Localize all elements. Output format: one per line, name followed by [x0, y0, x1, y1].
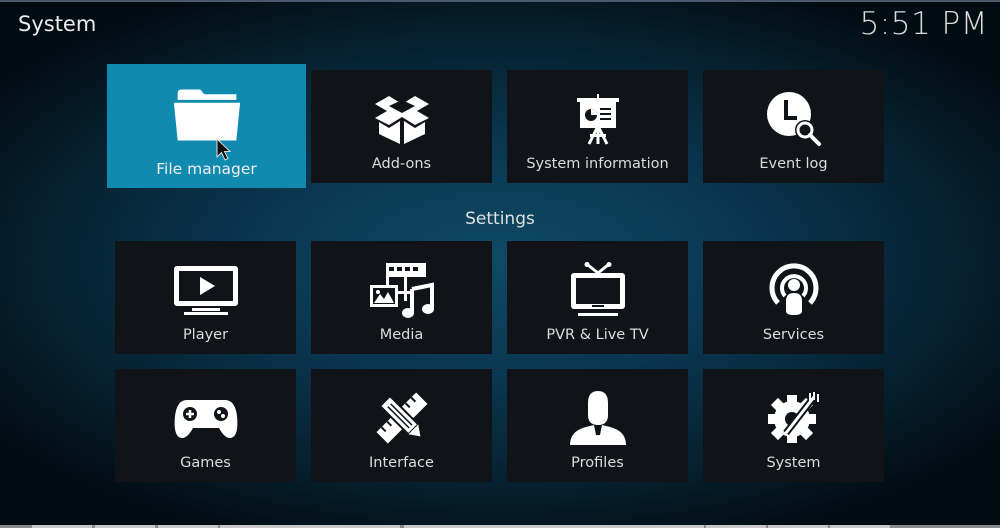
tile-system-information[interactable]: System information	[507, 70, 688, 183]
tile-player[interactable]: Player	[115, 241, 296, 354]
tile-label: Player	[182, 327, 229, 343]
tile-interface[interactable]: Interface	[311, 369, 492, 482]
tile-label: Services	[762, 327, 825, 343]
window-top-border	[0, 0, 1000, 2]
tile-label: System	[766, 455, 821, 471]
user-silhouette-icon	[563, 387, 633, 449]
tile-event-log[interactable]: Event log	[703, 70, 884, 183]
tile-media[interactable]: Media	[311, 241, 492, 354]
clock: 5:51 PM	[859, 6, 988, 42]
tile-label: Add-ons	[371, 156, 432, 172]
tile-games[interactable]: Games	[115, 369, 296, 482]
mouse-cursor-icon	[216, 138, 232, 161]
clock-search-icon	[759, 88, 829, 150]
pencil-ruler-icon	[367, 387, 437, 449]
tile-system[interactable]: System	[703, 369, 884, 482]
folder-icon	[172, 84, 242, 146]
tile-label: Event log	[759, 156, 828, 172]
tile-add-ons[interactable]: Add-ons	[311, 70, 492, 183]
tile-label: PVR & Live TV	[546, 327, 649, 343]
tile-label: Games	[180, 455, 231, 471]
gear-tools-icon	[759, 387, 829, 449]
open-box-icon	[367, 88, 437, 150]
settings-heading: Settings	[465, 209, 535, 229]
tile-label: Profiles	[571, 455, 624, 471]
tile-pvr-live-tv[interactable]: PVR & Live TV	[507, 241, 688, 354]
monitor-play-icon	[171, 259, 241, 321]
tv-antenna-icon	[563, 259, 633, 321]
tile-label: Media	[379, 327, 424, 343]
presentation-board-icon	[563, 88, 633, 150]
tile-label: System information	[526, 156, 669, 172]
tile-file-manager[interactable]: File manager	[107, 64, 306, 188]
tile-services[interactable]: Services	[703, 241, 884, 354]
tile-label: File manager	[156, 160, 257, 178]
broadcast-user-icon	[759, 259, 829, 321]
tile-label: Interface	[369, 455, 434, 471]
media-film-music-icon	[367, 259, 437, 321]
gamepad-icon	[171, 387, 241, 449]
tile-profiles[interactable]: Profiles	[507, 369, 688, 482]
page-title: System	[18, 12, 97, 36]
